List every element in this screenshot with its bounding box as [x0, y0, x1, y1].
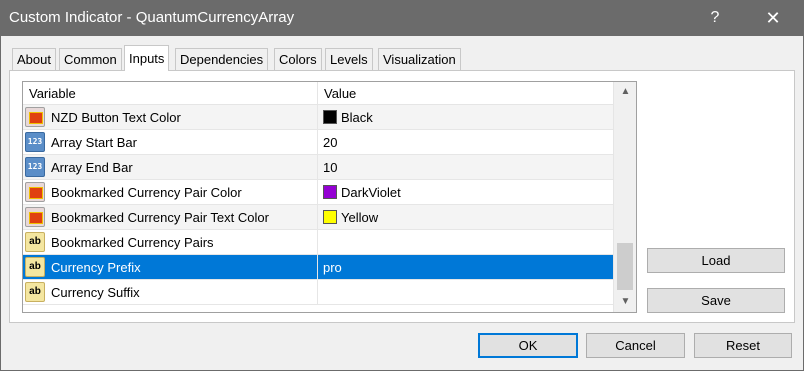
variable-name: Bookmarked Currency Pairs: [51, 235, 214, 250]
reset-button[interactable]: Reset: [694, 333, 792, 358]
input-row-bookmarked-pairs[interactable]: ab Bookmarked Currency Pairs: [23, 230, 613, 255]
variable-name: NZD Button Text Color: [51, 110, 181, 125]
value-text: DarkViolet: [341, 185, 401, 200]
input-row-array-start-bar[interactable]: 123 Array Start Bar 20: [23, 130, 613, 155]
tab-visualization[interactable]: Visualization: [378, 48, 461, 70]
value-cell[interactable]: 20: [318, 130, 613, 154]
string-icon: ab: [25, 282, 45, 302]
value-cell[interactable]: [318, 280, 613, 304]
color-icon: [25, 182, 45, 202]
save-button[interactable]: Save: [647, 288, 785, 313]
column-header-value[interactable]: Value: [318, 82, 613, 105]
variable-name: Array End Bar: [51, 160, 133, 175]
color-icon: [25, 107, 45, 127]
variable-cell: 123 Array Start Bar: [23, 130, 318, 154]
variable-cell: ab Currency Suffix: [23, 280, 318, 304]
close-button[interactable]: ✕: [750, 0, 796, 36]
value-text: 10: [323, 160, 338, 175]
variable-cell: ab Bookmarked Currency Pairs: [23, 230, 318, 254]
value-cell[interactable]: DarkViolet: [318, 180, 613, 204]
value-text: Yellow: [341, 210, 379, 225]
color-swatch: [323, 185, 337, 199]
value-cell[interactable]: Yellow: [318, 205, 613, 229]
input-row-nzd-button-text-color[interactable]: NZD Button Text Color Black: [23, 105, 613, 130]
number-icon: 123: [25, 132, 45, 152]
variable-name: Array Start Bar: [51, 135, 137, 150]
title-bar: Custom Indicator - QuantumCurrencyArray …: [0, 0, 804, 36]
variable-name: Bookmarked Currency Pair Text Color: [51, 210, 269, 225]
scroll-up-arrow-icon[interactable]: ▲: [614, 82, 636, 102]
color-icon: [25, 207, 45, 227]
tab-inputs[interactable]: Inputs: [124, 45, 170, 71]
tab-dependencies[interactable]: Dependencies: [175, 48, 269, 70]
value-cell[interactable]: Black: [318, 105, 613, 129]
column-header-variable[interactable]: Variable: [23, 82, 318, 105]
variable-name: Currency Prefix: [51, 260, 141, 275]
variable-cell: Bookmarked Currency Pair Text Color: [23, 205, 318, 229]
number-icon: 123: [25, 157, 45, 177]
variable-cell: ab Currency Prefix: [23, 255, 318, 279]
value-text: Black: [341, 110, 373, 125]
variable-name: Currency Suffix: [51, 285, 140, 300]
tab-common[interactable]: Common: [59, 48, 122, 70]
variable-cell: 123 Array End Bar: [23, 155, 318, 179]
input-row-currency-prefix[interactable]: ab Currency Prefix pro: [23, 255, 613, 280]
value-cell[interactable]: pro: [318, 255, 613, 279]
variable-name: Bookmarked Currency Pair Color: [51, 185, 242, 200]
inputs-grid[interactable]: Variable Value NZD Button Text Color Bla…: [22, 81, 637, 313]
input-row-bookmarked-pair-text-color[interactable]: Bookmarked Currency Pair Text Color Yell…: [23, 205, 613, 230]
tab-about[interactable]: About: [12, 48, 56, 70]
string-icon: ab: [25, 257, 45, 277]
string-icon: ab: [25, 232, 45, 252]
help-button[interactable]: ?: [692, 0, 738, 36]
color-swatch: [323, 210, 337, 224]
tab-levels[interactable]: Levels: [325, 48, 373, 70]
value-text: 20: [323, 135, 338, 150]
input-row-array-end-bar[interactable]: 123 Array End Bar 10: [23, 155, 613, 180]
value-cell[interactable]: 10: [318, 155, 613, 179]
value-text: pro: [323, 260, 342, 275]
vertical-scrollbar[interactable]: ▲ ▼: [613, 82, 636, 312]
color-swatch: [323, 110, 337, 124]
window-title: Custom Indicator - QuantumCurrencyArray: [9, 9, 295, 26]
scroll-down-arrow-icon[interactable]: ▼: [614, 292, 636, 312]
grid-header: Variable Value: [23, 82, 613, 105]
variable-cell: NZD Button Text Color: [23, 105, 318, 129]
input-row-bookmarked-pair-color[interactable]: Bookmarked Currency Pair Color DarkViole…: [23, 180, 613, 205]
tab-colors[interactable]: Colors: [274, 48, 322, 70]
load-button[interactable]: Load: [647, 248, 785, 273]
ok-button[interactable]: OK: [478, 333, 578, 358]
variable-cell: Bookmarked Currency Pair Color: [23, 180, 318, 204]
input-row-currency-suffix[interactable]: ab Currency Suffix: [23, 280, 613, 305]
scrollbar-thumb[interactable]: [617, 243, 633, 290]
value-cell[interactable]: [318, 230, 613, 254]
cancel-button[interactable]: Cancel: [586, 333, 685, 358]
